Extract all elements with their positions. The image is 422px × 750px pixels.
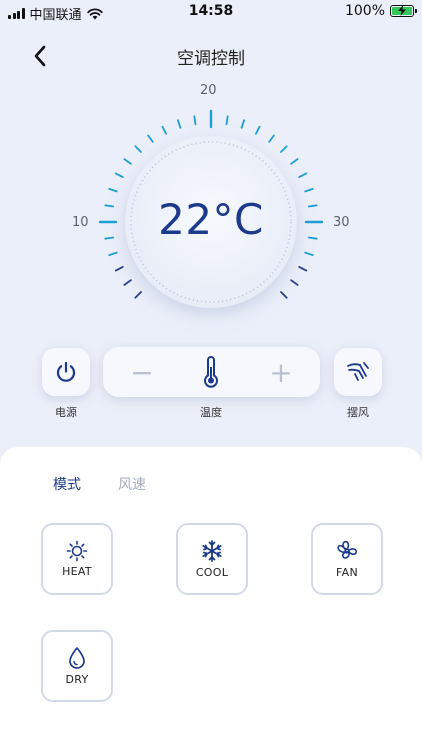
dial-label-10: 10: [72, 215, 89, 230]
dial-tick: [280, 291, 288, 299]
droplet-icon: [69, 647, 85, 669]
dial-tick: [176, 119, 182, 129]
temperature-dial[interactable]: 20 10 30 22°C: [0, 70, 422, 380]
dial-tick: [123, 158, 132, 165]
temperature-control: − +: [103, 347, 320, 397]
dial-tick: [290, 158, 299, 165]
mode-heat-label: HEAT: [62, 565, 92, 578]
dial-tick: [114, 172, 124, 178]
mode-fan-button[interactable]: FAN: [311, 523, 383, 595]
thermometer-icon: [204, 356, 218, 388]
mode-sheet: 模式 风速 HEAT COOL FAN DRY: [0, 447, 422, 750]
mode-dry-button[interactable]: DRY: [41, 630, 113, 702]
dial-tick: [108, 251, 118, 257]
dial-label-30: 30: [333, 215, 350, 230]
dial-tick: [123, 279, 132, 286]
dial-tick: [304, 251, 314, 257]
dial-tick: [268, 134, 275, 143]
dial-tick: [114, 265, 124, 272]
page-title: 空调控制: [177, 49, 245, 69]
mode-cool-button[interactable]: COOL: [176, 523, 248, 595]
dial-tick: [161, 125, 168, 135]
mode-cool-label: COOL: [195, 566, 229, 579]
mode-fan-label: FAN: [336, 566, 358, 579]
current-temperature: 22°C: [158, 195, 264, 244]
mode-dry-label: DRY: [65, 673, 89, 686]
status-right: 100%: [344, 3, 417, 19]
swing-icon: [347, 362, 369, 381]
dial-tick: [240, 119, 246, 129]
power-label: 电源: [55, 406, 77, 419]
dial-tick: [108, 188, 118, 193]
dial-tick: [134, 145, 142, 153]
tab-fan-speed[interactable]: 风速: [118, 474, 146, 494]
dial-tick: [298, 265, 308, 272]
power-button[interactable]: [42, 348, 90, 396]
battery-percent: 100%: [344, 3, 385, 19]
dial-tick: [254, 125, 261, 135]
temperature-label: 温度: [200, 406, 222, 419]
tab-mode[interactable]: 模式: [53, 474, 81, 494]
dial-tick: [147, 134, 154, 143]
dial-tick: [225, 115, 229, 126]
increase-temp-button[interactable]: +: [256, 347, 306, 397]
power-icon: [56, 361, 76, 382]
dial-tick: [280, 145, 288, 153]
battery-icon: [390, 5, 417, 17]
fan-icon: [337, 540, 357, 559]
status-bar: 中国联通 14:58 100%: [0, 0, 422, 24]
dial-tick: [298, 172, 308, 178]
mode-heat-button[interactable]: HEAT: [41, 523, 113, 595]
dial-tick: [304, 188, 314, 193]
dial-tick: [134, 291, 142, 299]
swing-button[interactable]: [334, 348, 382, 396]
decrease-temp-button[interactable]: −: [117, 347, 167, 397]
dial-tick: [193, 115, 197, 126]
swing-label: 摆风: [347, 406, 369, 419]
sun-icon: [66, 540, 88, 562]
dial-label-20: 20: [200, 83, 217, 98]
snowflake-icon: [202, 540, 222, 562]
dial-tick: [290, 279, 299, 286]
